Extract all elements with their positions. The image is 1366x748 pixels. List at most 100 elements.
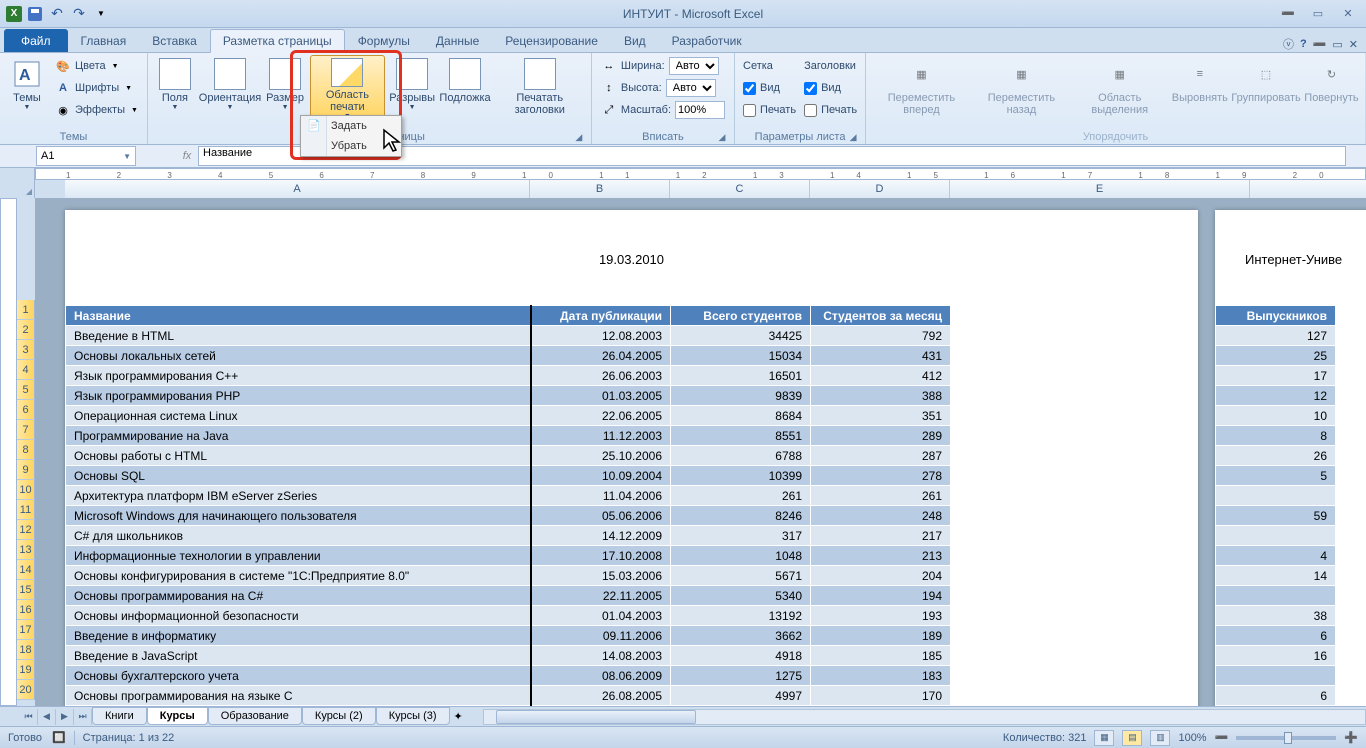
maximize-button[interactable]: ▭ xyxy=(1304,5,1332,23)
qat-save-button[interactable] xyxy=(24,3,46,25)
row-header-3[interactable]: 3 xyxy=(17,340,35,360)
doc-minimize-button[interactable]: ➖ xyxy=(1313,38,1327,51)
tab-file[interactable]: Файл xyxy=(4,29,68,52)
size-button[interactable]: Размер▼ xyxy=(264,55,306,123)
col-header-cell[interactable]: Название xyxy=(66,306,531,326)
sheet-nav-first[interactable]: ⏮ xyxy=(20,709,38,725)
tab-6[interactable]: Вид xyxy=(611,29,659,52)
fx-button[interactable]: fx xyxy=(176,146,198,166)
sheet-nav-last[interactable]: ⏭ xyxy=(74,709,92,725)
row-header-15[interactable]: 15 xyxy=(17,580,35,600)
cell[interactable]: 351 xyxy=(811,406,951,426)
col-header-B[interactable]: B xyxy=(530,180,670,198)
cell[interactable]: C# для школьников xyxy=(66,526,531,546)
cell[interactable]: Основы конфигурирования в системе "1С:Пр… xyxy=(66,566,531,586)
cell[interactable]: 26 xyxy=(1216,446,1336,466)
cell[interactable]: 6788 xyxy=(671,446,811,466)
cell[interactable]: 204 xyxy=(811,566,951,586)
cell[interactable]: 9839 xyxy=(671,386,811,406)
headers-view-checkbox[interactable] xyxy=(804,82,817,95)
sheet-tab-0[interactable]: Книги xyxy=(92,707,147,725)
cell[interactable]: 38 xyxy=(1216,606,1336,626)
sheet-tab-1[interactable]: Курсы xyxy=(147,707,208,725)
cell[interactable]: Основы локальных сетей xyxy=(66,346,531,366)
grid-print-checkbox[interactable] xyxy=(743,104,756,117)
cell[interactable]: 127 xyxy=(1216,326,1336,346)
margins-button[interactable]: Поля▼ xyxy=(154,55,196,123)
cell[interactable]: Программирование на Java xyxy=(66,426,531,446)
cell[interactable]: 3662 xyxy=(671,626,811,646)
minimize-button[interactable]: ➖ xyxy=(1274,5,1302,23)
headers-print-checkbox[interactable] xyxy=(804,104,817,117)
cell[interactable]: 16501 xyxy=(671,366,811,386)
print-area-clear-item[interactable]: Убрать xyxy=(301,136,401,156)
col-header-cell[interactable]: Студентов за месяц xyxy=(811,306,951,326)
cell[interactable]: Операционная система Linux xyxy=(66,406,531,426)
row-header-7[interactable]: 7 xyxy=(17,420,35,440)
cell[interactable]: 1275 xyxy=(671,666,811,686)
scale-width-input[interactable]: Авто xyxy=(669,57,719,75)
col-header-cell[interactable]: Дата публикации xyxy=(531,306,671,326)
sheet-nav-prev[interactable]: ◀ xyxy=(38,709,56,725)
close-button[interactable]: ✕ xyxy=(1334,5,1362,23)
cell[interactable] xyxy=(1216,486,1336,506)
doc-restore-button[interactable]: ▭ xyxy=(1332,38,1342,51)
cell[interactable]: 22.06.2005 xyxy=(531,406,671,426)
cell[interactable]: 17 xyxy=(1216,366,1336,386)
col-header-D[interactable]: D xyxy=(810,180,950,198)
cell[interactable]: 11.04.2006 xyxy=(531,486,671,506)
cell[interactable]: 261 xyxy=(811,486,951,506)
cell[interactable]: Информационные технологии в управлении xyxy=(66,546,531,566)
cell[interactable]: 183 xyxy=(811,666,951,686)
cell[interactable]: 01.04.2003 xyxy=(531,606,671,626)
select-all-corner[interactable]: ◢ xyxy=(0,168,35,198)
col-header-cell[interactable]: Всего студентов xyxy=(671,306,811,326)
cell[interactable]: 14 xyxy=(1216,566,1336,586)
new-sheet-button[interactable]: ✦ xyxy=(454,710,463,723)
scale-launcher[interactable]: ◢ xyxy=(716,131,728,143)
print-area-button[interactable]: Область печати▼ xyxy=(310,55,385,123)
sheet-nav-next[interactable]: ▶ xyxy=(56,709,74,725)
theme-colors-button[interactable]: 🎨Цвета▼ xyxy=(52,55,141,77)
sheet-tab-3[interactable]: Курсы (2) xyxy=(302,707,376,725)
horizontal-ruler[interactable]: 1 2 3 4 5 6 7 8 9 10 11 12 13 14 15 16 1… xyxy=(35,168,1366,180)
cell[interactable]: 11.12.2003 xyxy=(531,426,671,446)
cell[interactable]: 5340 xyxy=(671,586,811,606)
cell[interactable]: 261 xyxy=(671,486,811,506)
cell[interactable] xyxy=(1216,666,1336,686)
cell[interactable]: 278 xyxy=(811,466,951,486)
cell[interactable]: 15034 xyxy=(671,346,811,366)
cell[interactable] xyxy=(1216,526,1336,546)
qat-undo-button[interactable]: ↶ xyxy=(46,3,68,25)
cell[interactable]: Основы бухгалтерского учета xyxy=(66,666,531,686)
theme-fonts-button[interactable]: AШрифты▼ xyxy=(52,77,141,99)
row-header-1[interactable]: 1 xyxy=(17,300,35,320)
row-header-11[interactable]: 11 xyxy=(17,500,35,520)
row-header-8[interactable]: 8 xyxy=(17,440,35,460)
cell[interactable]: 08.06.2009 xyxy=(531,666,671,686)
cell[interactable]: Архитектура платформ IBM eServer zSeries xyxy=(66,486,531,506)
cell[interactable]: 412 xyxy=(811,366,951,386)
cell[interactable]: 317 xyxy=(671,526,811,546)
cell[interactable]: 14.12.2009 xyxy=(531,526,671,546)
cell[interactable]: 6 xyxy=(1216,626,1336,646)
cell[interactable]: 05.06.2006 xyxy=(531,506,671,526)
tab-1[interactable]: Вставка xyxy=(139,29,210,52)
cell[interactable]: 16 xyxy=(1216,646,1336,666)
theme-effects-button[interactable]: ◉Эффекты▼ xyxy=(52,99,141,121)
sheet-opts-launcher[interactable]: ◢ xyxy=(847,131,859,143)
row-header-4[interactable]: 4 xyxy=(17,360,35,380)
doc-close-button[interactable]: ✕ xyxy=(1349,38,1358,51)
row-header-12[interactable]: 12 xyxy=(17,520,35,540)
row-header-17[interactable]: 17 xyxy=(17,620,35,640)
cell[interactable]: 25 xyxy=(1216,346,1336,366)
print-area-set-item[interactable]: 📄Задать xyxy=(301,116,401,136)
cell[interactable]: 17.10.2008 xyxy=(531,546,671,566)
cell[interactable]: 1048 xyxy=(671,546,811,566)
cell[interactable]: 10 xyxy=(1216,406,1336,426)
cell[interactable]: 10.09.2004 xyxy=(531,466,671,486)
col-header-C[interactable]: C xyxy=(670,180,810,198)
cell[interactable]: 388 xyxy=(811,386,951,406)
minimize-ribbon-button[interactable]: ⓥ xyxy=(1283,36,1294,52)
row-header-19[interactable]: 19 xyxy=(17,660,35,680)
